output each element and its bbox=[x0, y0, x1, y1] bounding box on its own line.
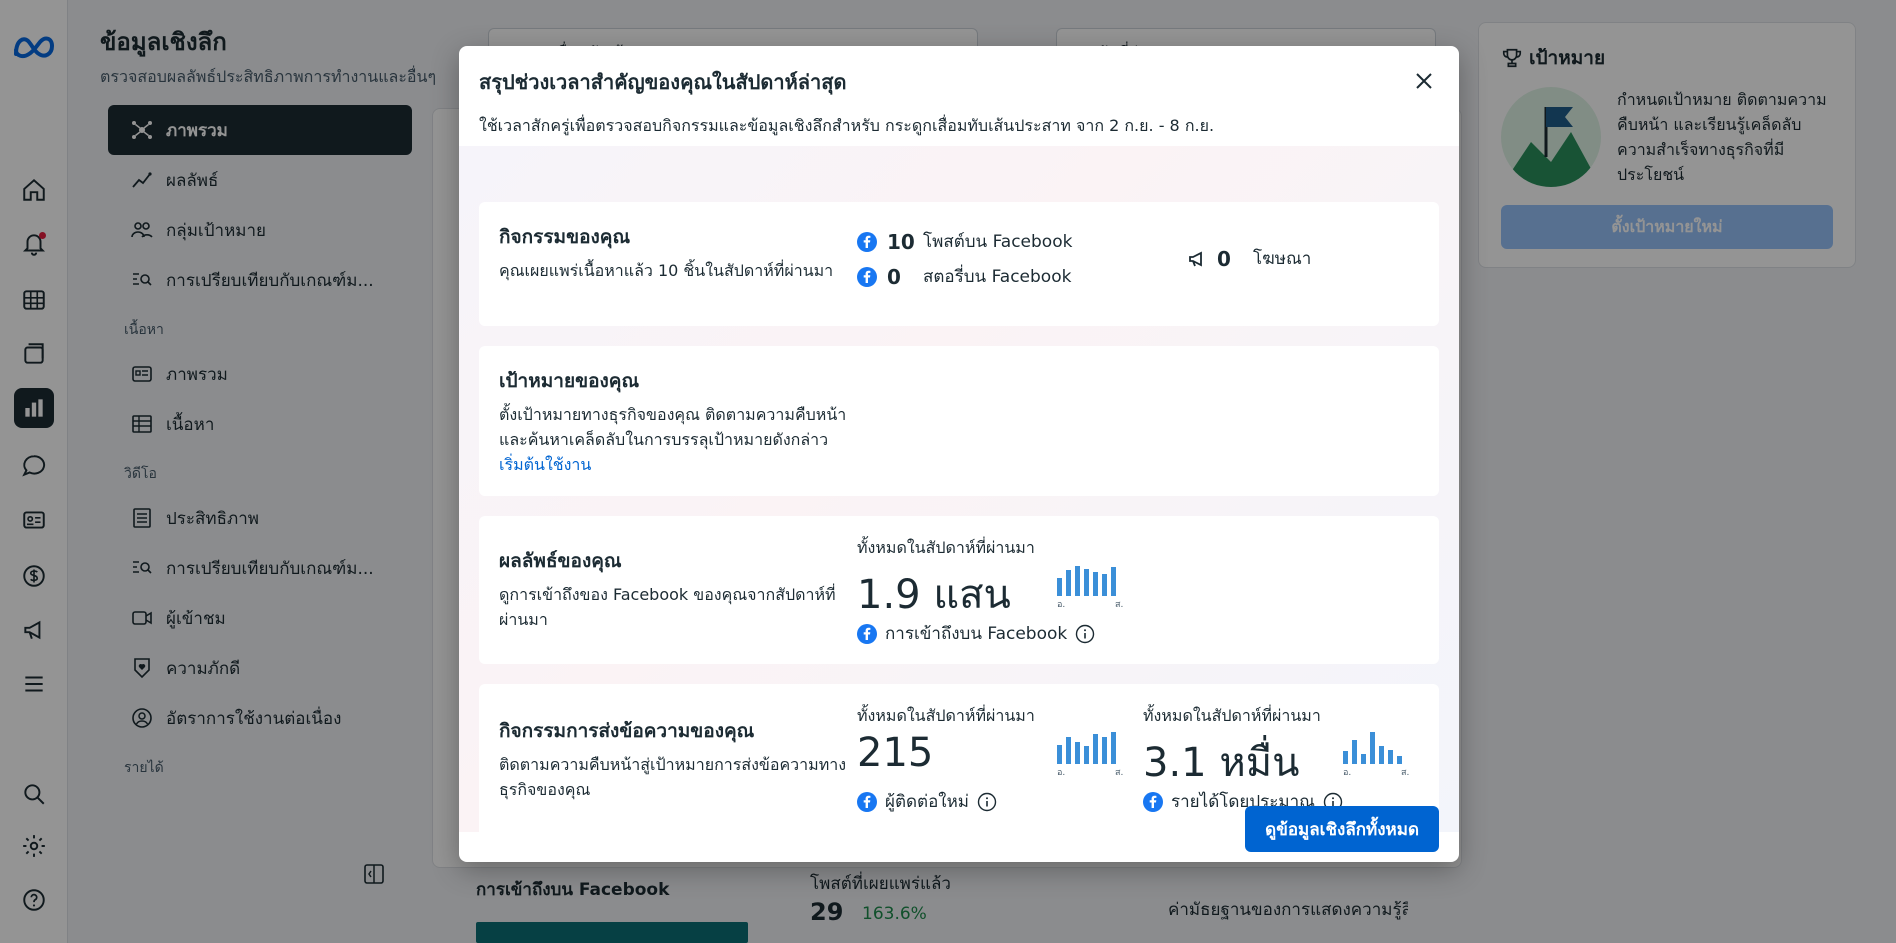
sparkline-bar bbox=[1379, 746, 1384, 764]
messaging-desc: ติดตามความคืบหน้าสู่เป้าหมายการส่งข้อควา… bbox=[499, 755, 847, 799]
facebook-icon bbox=[857, 266, 877, 287]
sparkline-bar bbox=[1352, 740, 1357, 764]
facebook-icon bbox=[857, 231, 877, 252]
results-desc: ดูการเข้าถึงของ Facebook ของคุณจากสัปดาห… bbox=[499, 585, 836, 629]
results-section: ผลลัพธ์ของคุณ ดูการเข้าถึงของ Facebook ข… bbox=[479, 516, 1439, 664]
sparkline-bar bbox=[1057, 745, 1062, 764]
activity-desc: คุณเผยแพร่เนื้อหาแล้ว 10 ชิ้นในสัปดาห์ที… bbox=[499, 261, 834, 280]
estimated-revenue-sparkline: อ. ส. bbox=[1343, 728, 1413, 778]
dialog-description: ใช้เวลาสักครู่เพื่อตรวจสอบกิจกรรมและข้อม… bbox=[479, 116, 1215, 135]
sparkline-end-label: ส. bbox=[1115, 600, 1124, 610]
close-button[interactable] bbox=[1409, 66, 1439, 96]
sparkline-bar bbox=[1388, 750, 1393, 764]
messaging-foot-a-label: ผู้ติดต่อใหม่ bbox=[885, 792, 970, 812]
sparkline-bar bbox=[1102, 737, 1107, 764]
facebook-icon bbox=[857, 623, 877, 644]
sparkline-bar bbox=[1361, 754, 1366, 764]
sparkline-bar bbox=[1093, 734, 1098, 764]
megaphone-icon bbox=[1189, 251, 1202, 266]
sparkline-start-label: อ. bbox=[1057, 600, 1066, 610]
results-foot-label: การเข้าถึงบน Facebook bbox=[885, 624, 1068, 644]
activity-title: กิจกรรมของคุณ bbox=[499, 226, 631, 248]
goals-title: เป้าหมายของคุณ bbox=[499, 370, 640, 392]
activity-section: กิจกรรมของคุณ คุณเผยแพร่เนื้อหาแล้ว 10 ช… bbox=[479, 202, 1439, 326]
get-started-link[interactable]: เริ่มต้นใช้งาน bbox=[499, 455, 591, 474]
posts-label: โพสต์บน Facebook bbox=[923, 232, 1073, 252]
sparkline-bar bbox=[1102, 574, 1107, 596]
dialog-title: สรุปช่วงเวลาสำคัญของคุณในสัปดาห์ล่าสุด bbox=[479, 70, 847, 94]
dialog-footer: ดูข้อมูลเชิงลึกทั้งหมด bbox=[1245, 806, 1439, 852]
results-foot: การเข้าถึงบน Facebook bbox=[857, 620, 1095, 647]
sparkline-bars bbox=[1057, 728, 1127, 764]
sparkline-end-label: ส. bbox=[1115, 768, 1124, 778]
sparkline-start-label: อ. bbox=[1343, 768, 1352, 778]
sparkline-bar bbox=[1111, 567, 1116, 596]
sparkline-bar bbox=[1111, 732, 1116, 764]
goals-desc: ตั้งเป้าหมายทางธุรกิจของคุณ ติดตามความคื… bbox=[499, 402, 849, 477]
sparkline-bar bbox=[1057, 578, 1062, 596]
facebook-icon bbox=[857, 791, 877, 812]
goals-desc-text: ตั้งเป้าหมายทางธุรกิจของคุณ ติดตามความคื… bbox=[499, 405, 847, 449]
sparkline-bars bbox=[1057, 560, 1127, 596]
messaging-value-a: 215 bbox=[857, 730, 934, 776]
sparkline-bar bbox=[1343, 751, 1348, 764]
view-all-insights-button[interactable]: ดูข้อมูลเชิงลึกทั้งหมด bbox=[1245, 806, 1439, 852]
ads-count: 0 bbox=[1217, 246, 1231, 271]
stories-label: สตอรี่บน Facebook bbox=[923, 267, 1072, 287]
weekly-recap-dialog: สรุปช่วงเวลาสำคัญของคุณในสัปดาห์ล่าสุด ใ… bbox=[459, 46, 1459, 862]
sparkline-bar bbox=[1066, 570, 1071, 596]
posts-count: 10 bbox=[887, 229, 915, 254]
sparkline-start-label: อ. bbox=[1057, 768, 1066, 778]
sparkline-end-label: ส. bbox=[1401, 768, 1410, 778]
dialog-scroll-body[interactable]: กิจกรรมของคุณ คุณเผยแพร่เนื้อหาแล้ว 10 ช… bbox=[459, 146, 1459, 832]
ads-stat: 0 โฆษณา bbox=[1187, 245, 1311, 272]
messaging-title: กิจกรรมการส่งข้อความของคุณ bbox=[499, 720, 755, 742]
messaging-caption-a: ทั้งหมดในสัปดาห์ที่ผ่านมา bbox=[857, 706, 1035, 725]
new-contacts-sparkline: อ. ส. bbox=[1057, 728, 1127, 778]
info-icon[interactable] bbox=[977, 792, 997, 812]
sparkline-bar bbox=[1075, 566, 1080, 596]
results-value: 1.9 แสน bbox=[857, 572, 1011, 618]
sparkline-bar bbox=[1093, 572, 1098, 596]
stories-count: 0 bbox=[887, 264, 901, 289]
close-icon bbox=[1416, 73, 1432, 89]
ads-label: โฆษณา bbox=[1253, 249, 1312, 269]
messaging-foot-a: ผู้ติดต่อใหม่ bbox=[857, 788, 997, 815]
sparkline-bar bbox=[1075, 742, 1080, 764]
results-title: ผลลัพธ์ของคุณ bbox=[499, 550, 622, 572]
goals-section: เป้าหมายของคุณ ตั้งเป้าหมายทางธุรกิจของค… bbox=[479, 346, 1439, 496]
reach-sparkline: อ. ส. bbox=[1057, 560, 1127, 610]
messaging-value-b: 3.1 หมื่น bbox=[1143, 740, 1300, 786]
results-caption: ทั้งหมดในสัปดาห์ที่ผ่านมา bbox=[857, 538, 1035, 557]
sparkline-bar bbox=[1084, 569, 1089, 596]
messaging-caption-b: ทั้งหมดในสัปดาห์ที่ผ่านมา bbox=[1143, 706, 1321, 725]
info-icon[interactable] bbox=[1075, 624, 1095, 644]
sparkline-bar bbox=[1370, 732, 1375, 764]
sparkline-bar bbox=[1066, 737, 1071, 764]
posts-stat: 10 โพสต์บน Facebook bbox=[857, 228, 1072, 255]
facebook-icon bbox=[1143, 791, 1163, 812]
stories-stat: 0 สตอรี่บน Facebook bbox=[857, 263, 1071, 290]
sparkline-bar bbox=[1397, 756, 1402, 764]
sparkline-bar bbox=[1084, 746, 1089, 764]
sparkline-bars bbox=[1343, 728, 1413, 764]
